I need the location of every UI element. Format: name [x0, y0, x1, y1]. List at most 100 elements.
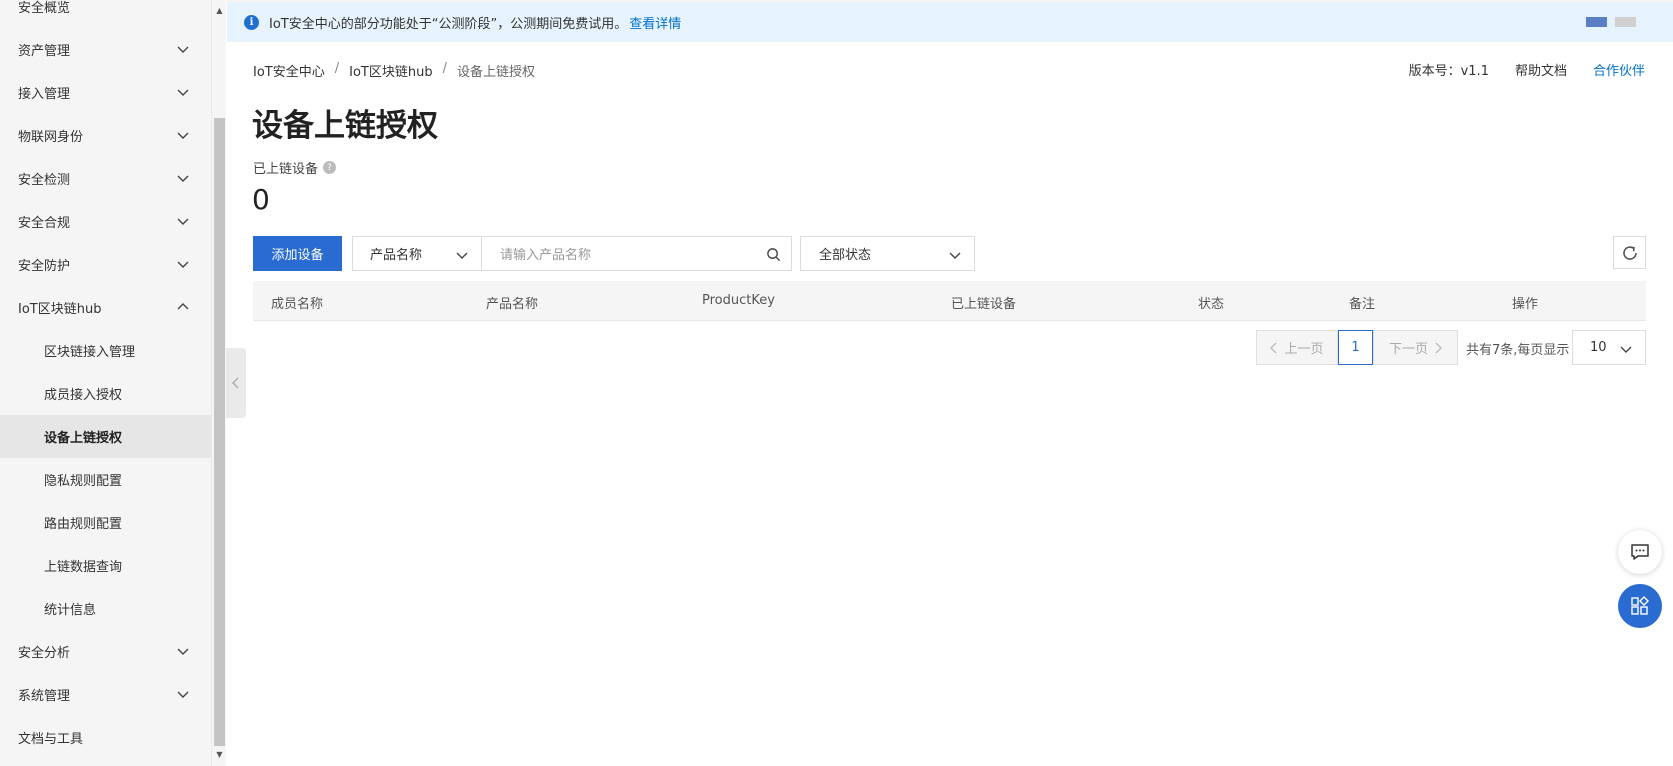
sidebar-item-label: 资产管理	[18, 44, 71, 59]
sidebar-item-assets[interactable]: 资产管理	[0, 28, 211, 71]
sidebar-item-label: 安全分析	[18, 646, 71, 661]
sidebar-item-label: 成员接入授权	[44, 388, 123, 403]
pagination-total: 共有7条,每页显示	[1466, 343, 1570, 358]
chevron-down-icon	[177, 89, 189, 96]
version-label: 版本号：v1.1	[1408, 64, 1489, 79]
sidebar-item-label: 设备上链授权	[44, 431, 123, 446]
sidebar-item-system[interactable]: 系统管理	[0, 673, 211, 716]
next-page-button[interactable]: 下一页	[1373, 330, 1458, 365]
search-icon[interactable]	[766, 247, 781, 262]
column-header: 状态	[1198, 297, 1225, 312]
chevron-left-icon	[1270, 342, 1277, 353]
product-field-select[interactable]: 产品名称	[352, 236, 482, 271]
sidebar-item-blockchain-access[interactable]: 区块链接入管理	[0, 329, 211, 372]
stat-label-text: 已上链设备	[253, 162, 319, 177]
sidebar-item-label: 安全合规	[18, 216, 71, 231]
column-header: 操作	[1512, 297, 1539, 312]
layout-toggle-b[interactable]	[1615, 17, 1636, 27]
add-device-button[interactable]: 添加设备	[253, 236, 342, 271]
apps-button[interactable]	[1618, 584, 1662, 628]
chevron-down-icon	[177, 132, 189, 139]
breadcrumb-item[interactable]: IoT区块链hub	[349, 61, 432, 80]
page-title: 设备上链授权	[252, 108, 438, 144]
apps-grid-icon	[1631, 596, 1649, 615]
sidebar-item-chain-data-query[interactable]: 上链数据查询	[0, 544, 211, 587]
breadcrumb-current: 设备上链授权	[456, 65, 535, 80]
notice-details-link[interactable]: 查看详情	[629, 13, 681, 32]
help-docs-link[interactable]: 帮助文档	[1515, 60, 1567, 79]
sidebar-item-privacy-rules[interactable]: 隐私规则配置	[0, 458, 211, 501]
column-header: 备注	[1349, 297, 1376, 312]
sidebar-item-blockchain-hub[interactable]: IoT区块链hub	[0, 286, 211, 329]
column-header: ProductKey	[702, 293, 775, 308]
column-header: 产品名称	[486, 297, 539, 312]
sidebar-item-docs-tools[interactable]: 文档与工具	[0, 716, 211, 759]
chevron-down-icon	[177, 46, 189, 53]
help-question-icon[interactable]: ?	[323, 161, 337, 174]
prev-page-button[interactable]: 上一页	[1256, 330, 1338, 365]
sidebar-item-detection[interactable]: 安全检测	[0, 157, 211, 200]
sidebar-item-label: 接入管理	[18, 87, 71, 102]
sidebar-scrollbar[interactable]: ▲ ▼	[211, 0, 226, 766]
sidebar-item-statistics[interactable]: 统计信息	[0, 587, 211, 630]
search-input[interactable]: 请输入产品名称	[481, 236, 792, 271]
search-placeholder: 请输入产品名称	[500, 248, 592, 263]
scroll-thumb[interactable]	[214, 118, 225, 746]
column-header: 成员名称	[271, 297, 324, 312]
sidebar-item-label: IoT区块链hub	[18, 302, 102, 317]
notice-text: IoT安全中心的部分功能处于“公测阶段”，公测期间免费试用。	[269, 17, 628, 32]
product-field-select-value: 产品名称	[370, 248, 423, 263]
column-header: 已上链设备	[951, 297, 1017, 312]
sidebar-item-overview[interactable]: 安全概览	[0, 0, 211, 28]
breadcrumb: IoT安全中心 / IoT区块链hub / 设备上链授权	[253, 61, 535, 80]
sidebar-item-label: 隐私规则配置	[44, 474, 123, 489]
sidebar-item-label: 系统管理	[18, 689, 71, 704]
stat-label: 已上链设备 ?	[253, 158, 337, 177]
scroll-down-arrow-icon[interactable]: ▼	[214, 748, 225, 762]
status-select[interactable]: 全部状态	[800, 236, 975, 271]
chevron-right-icon	[1435, 342, 1442, 353]
sidebar-item-label: 上链数据查询	[44, 560, 123, 575]
sidebar-item-label: 安全检测	[18, 173, 71, 188]
sidebar-item-compliance[interactable]: 安全合规	[0, 200, 211, 243]
scroll-up-arrow-icon[interactable]: ▲	[214, 4, 225, 18]
refresh-icon	[1622, 245, 1637, 260]
sidebar-item-label: 区块链接入管理	[44, 345, 136, 360]
chevron-down-icon	[177, 261, 189, 268]
sidebar-item-label: 路由规则配置	[44, 517, 123, 532]
sidebar-item-label: 物联网身份	[18, 130, 84, 145]
chevron-left-icon	[232, 377, 239, 389]
prev-page-label: 上一页	[1284, 342, 1324, 357]
sidebar-item-iot-identity[interactable]: 物联网身份	[0, 114, 211, 157]
refresh-button[interactable]	[1613, 236, 1646, 269]
sidebar-item-member-auth[interactable]: 成员接入授权	[0, 372, 211, 415]
page-size-select[interactable]: 10	[1572, 330, 1646, 365]
partner-link[interactable]: 合作伙伴	[1593, 60, 1645, 79]
breadcrumb-separator: /	[442, 61, 447, 76]
sidebar-item-protection[interactable]: 安全防护	[0, 243, 211, 286]
stat-value: 0	[252, 183, 270, 216]
notice-banner: i IoT安全中心的部分功能处于“公测阶段”，公测期间免费试用。 查看详情	[227, 3, 1673, 42]
page-number-current[interactable]: 1	[1338, 330, 1373, 365]
next-page-label: 下一页	[1388, 342, 1428, 357]
sidebar-collapse-button[interactable]	[226, 348, 246, 418]
breadcrumb-item[interactable]: IoT安全中心	[253, 61, 325, 80]
layout-toggle-a[interactable]	[1586, 17, 1607, 27]
chevron-down-icon	[177, 648, 189, 655]
sidebar-item-label: 文档与工具	[18, 732, 84, 747]
chevron-down-icon	[177, 218, 189, 225]
status-select-value: 全部状态	[819, 248, 872, 263]
chat-button[interactable]	[1618, 530, 1662, 574]
sidebar-item-access[interactable]: 接入管理	[0, 71, 211, 114]
chevron-down-icon	[177, 175, 189, 182]
sidebar-item-analysis[interactable]: 安全分析	[0, 630, 211, 673]
sidebar-item-device-chain-auth[interactable]: 设备上链授权	[0, 415, 211, 458]
table-header: 成员名称 产品名称 ProductKey 已上链设备 状态 备注 操作	[253, 281, 1646, 321]
chevron-down-icon	[949, 252, 961, 259]
sidebar-item-label: 安全概览	[18, 1, 71, 16]
sidebar-item-label: 安全防护	[18, 259, 71, 274]
chat-icon	[1631, 544, 1649, 560]
chevron-down-icon	[177, 691, 189, 698]
header-links: 版本号：v1.1 帮助文档 合作伙伴	[1409, 60, 1645, 79]
sidebar-item-routing-rules[interactable]: 路由规则配置	[0, 501, 211, 544]
